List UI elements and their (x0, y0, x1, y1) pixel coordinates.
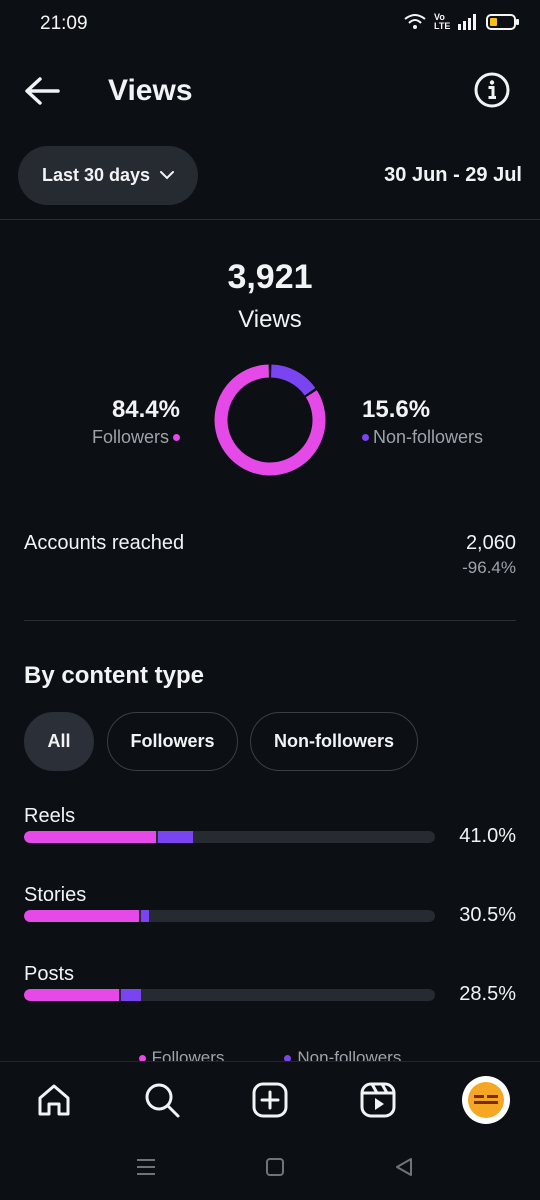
header: Views (0, 60, 540, 122)
nonfollowers-bar-segment (141, 910, 150, 922)
chip-all[interactable]: All (24, 712, 94, 771)
content-row-reels[interactable]: Reels 41.0% (24, 805, 516, 865)
bottom-nav (0, 1061, 540, 1141)
followers-stat-label-row: Followers (92, 424, 180, 450)
content-row-percent: 41.0% (459, 825, 516, 847)
back-button[interactable] (22, 74, 62, 108)
info-button[interactable] (474, 72, 510, 108)
accounts-reached-label: Accounts reached (24, 532, 185, 554)
date-range-dropdown[interactable]: Last 30 days (18, 146, 198, 205)
battery-icon (486, 14, 519, 30)
followers-bar-segment (24, 831, 156, 843)
create-icon (252, 1082, 288, 1118)
nav-search-button[interactable] (142, 1080, 182, 1120)
nav-reels-button[interactable] (358, 1080, 398, 1120)
status-time: 21:09 (40, 13, 88, 34)
status-bar: 21:09 Vo LTE (0, 0, 540, 48)
divider (24, 620, 516, 621)
accounts-reached-change: -96.4% (462, 558, 516, 577)
nonfollowers-stat-label-row: Non-followers (362, 424, 483, 450)
home-square-icon[interactable] (263, 1155, 287, 1179)
page-title: Views (108, 74, 193, 107)
content-row-label: Posts (24, 963, 75, 985)
divider (0, 219, 540, 220)
views-donut-chart (214, 364, 326, 476)
total-views-label: Views (238, 306, 302, 333)
nonfollowers-dot (362, 433, 369, 441)
content-bar-track (24, 989, 435, 1001)
total-views-value: 3,921 (227, 258, 313, 296)
chip-nonfollowers[interactable]: Non-followers (250, 712, 418, 771)
nonfollowers-bar-segment (120, 989, 142, 1001)
status-icons: Vo LTE (404, 13, 520, 31)
followers-label: Followers (91, 427, 169, 447)
nav-create-button[interactable] (250, 1080, 290, 1120)
followers-bar-segment (24, 910, 140, 922)
content-bar-track (24, 831, 435, 843)
followers-dot (173, 433, 180, 441)
date-range-dropdown-label: Last 30 days (41, 165, 151, 185)
content-row-percent: 30.5% (459, 904, 516, 926)
content-row-label: Stories (24, 884, 87, 906)
content-row-label: Reels (24, 805, 76, 827)
date-range-text: 30 Jun - 29 Jul (384, 164, 522, 186)
profile-logo-icon (474, 1095, 498, 1104)
nonfollowers-percent: 15.6% (362, 396, 431, 423)
donut-nonfollowers-arc (270, 364, 316, 396)
search-icon (145, 1083, 180, 1118)
wifi-icon (404, 14, 426, 29)
accounts-reached-value: 2,060 (465, 532, 516, 554)
back-arrow-icon (25, 77, 60, 105)
nav-profile-avatar[interactable] (462, 1076, 510, 1124)
chevron-down-icon (160, 171, 175, 180)
chip-followers[interactable]: Followers (107, 712, 238, 771)
avatar (468, 1082, 504, 1118)
content-row-percent: 28.5% (459, 983, 516, 1005)
nonfollowers-label: Non-followers (373, 427, 484, 447)
recent-apps-icon[interactable] (134, 1155, 158, 1179)
nonfollowers-stat: 15.6% Non-followers (362, 396, 483, 450)
system-nav-bar (0, 1141, 540, 1200)
section-title: By content type (24, 662, 205, 689)
nav-home-button[interactable] (34, 1080, 74, 1120)
home-icon (38, 1084, 70, 1116)
content-bar-track (24, 910, 435, 922)
followers-bar-segment (24, 989, 119, 1001)
back-triangle-icon[interactable] (392, 1155, 416, 1179)
followers-percent: 84.4% (111, 396, 180, 423)
followers-stat: 84.4% Followers (92, 396, 180, 450)
info-icon (474, 72, 510, 108)
nonfollowers-bar-segment (157, 831, 193, 843)
signal-icon (458, 14, 476, 30)
network-label: Vo LTE (434, 12, 451, 31)
content-row-stories[interactable]: Stories 30.5% (24, 884, 516, 944)
content-row-posts[interactable]: Posts 28.5% (24, 963, 516, 1023)
reels-icon (360, 1082, 396, 1118)
